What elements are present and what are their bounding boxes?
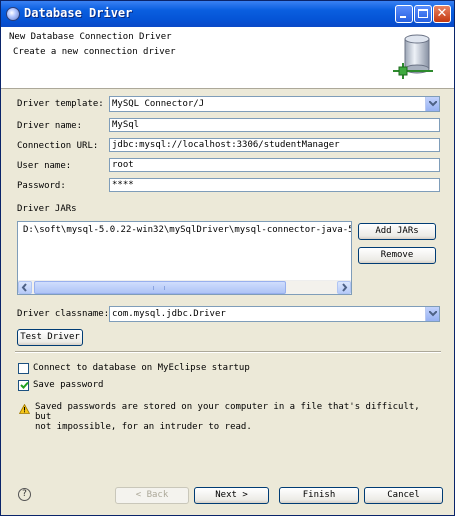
save-password-label[interactable]: Save password (33, 380, 103, 390)
warning-line-1: Saved passwords are stored on your compu… (35, 402, 420, 422)
horizontal-scrollbar[interactable] (18, 280, 351, 294)
grip-icon (153, 286, 165, 290)
chevron-down-icon[interactable] (425, 97, 439, 111)
banner-description: Create a new connection driver (13, 47, 176, 57)
maximize-icon (418, 9, 428, 18)
user-name-field[interactable]: root (109, 158, 440, 172)
banner-title: New Database Connection Driver (9, 32, 172, 42)
driver-name-label: Driver name: (17, 121, 83, 131)
driver-template-label: Driver template: (17, 99, 104, 109)
warning-icon (19, 404, 30, 414)
chevron-left-icon (21, 283, 27, 292)
cancel-button[interactable]: Cancel (364, 487, 443, 504)
driver-template-value: MySQL Connector/J (112, 99, 205, 109)
close-icon: ✕ (436, 6, 448, 21)
password-field[interactable]: **** (109, 178, 440, 192)
connect-on-startup-checkbox[interactable] (18, 363, 29, 374)
minimize-button[interactable] (395, 5, 413, 23)
separator (15, 351, 441, 353)
chevron-down-icon[interactable] (425, 307, 439, 321)
test-driver-button[interactable]: Test Driver (17, 329, 83, 346)
next-button[interactable]: Next > (194, 487, 269, 504)
scroll-right-button[interactable] (337, 281, 351, 294)
driver-name-field[interactable]: MySql (109, 118, 440, 132)
wizard-banner: New Database Connection Driver Create a … (1, 27, 454, 89)
database-cylinder-icon (393, 34, 433, 79)
driver-classname-label: Driver classname: (17, 309, 110, 319)
list-item[interactable]: D:\soft\mysql-5.0.22-win32\mySqlDriver\m… (23, 225, 351, 235)
remove-button[interactable]: Remove (358, 247, 436, 264)
add-jars-button[interactable]: Add JARs (358, 223, 436, 240)
chevron-right-icon (342, 283, 348, 292)
password-warning: Saved passwords are stored on your compu… (35, 402, 435, 432)
driver-classname-value: com.mysql.jdbc.Driver (112, 309, 226, 319)
save-password-checkbox[interactable] (18, 380, 29, 391)
title-bar[interactable]: Database Driver ✕ (1, 1, 454, 27)
password-label: Password: (17, 181, 66, 191)
back-button[interactable]: < Back (115, 487, 189, 504)
window-title: Database Driver (24, 6, 133, 20)
close-button[interactable]: ✕ (433, 5, 451, 23)
minimize-icon (400, 16, 406, 18)
driver-template-select[interactable]: MySQL Connector/J (109, 96, 440, 112)
connection-url-field[interactable]: jdbc:mysql://localhost:3306/studentManag… (109, 138, 440, 152)
driver-jars-list[interactable]: D:\soft\mysql-5.0.22-win32\mySqlDriver\m… (17, 221, 352, 295)
driver-jars-label: Driver JARs (17, 204, 77, 214)
driver-classname-select[interactable]: com.mysql.jdbc.Driver (109, 306, 440, 322)
scroll-left-button[interactable] (18, 281, 32, 294)
database-driver-dialog: Database Driver ✕ New Database Connectio… (0, 0, 455, 516)
checkmark-icon (20, 381, 29, 389)
warning-line-2: not impossible, for an intruder to read. (35, 422, 252, 432)
connect-on-startup-label[interactable]: Connect to database on MyEclipse startup (33, 363, 250, 373)
help-icon[interactable]: ? (18, 488, 31, 501)
scroll-thumb[interactable] (34, 281, 286, 294)
connection-url-label: Connection URL: (17, 141, 99, 151)
maximize-button[interactable] (414, 5, 432, 23)
user-name-label: User name: (17, 161, 72, 171)
database-driver-icon (6, 7, 20, 21)
finish-button[interactable]: Finish (279, 487, 359, 504)
